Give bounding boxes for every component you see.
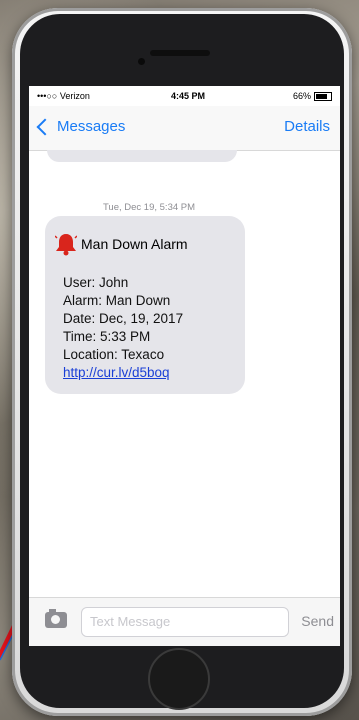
details-button[interactable]: Details xyxy=(284,118,330,135)
previous-message-bubble xyxy=(47,150,237,162)
battery-percent: 66% xyxy=(292,91,311,101)
back-button-label: Messages xyxy=(57,118,126,135)
alarm-bell-icon xyxy=(55,234,77,256)
carrier-label: •••○○ Verizon xyxy=(37,91,90,101)
battery-icon xyxy=(314,91,332,101)
message-date: Date: Dec, 19, 2017 xyxy=(63,311,184,326)
message-user: User: John xyxy=(63,275,129,290)
message-composer: Text Message Send xyxy=(29,597,340,646)
message-link[interactable]: http://cur.lv/d5boq xyxy=(63,364,183,382)
message-bubble[interactable]: Man Down Alarm User: John Alarm: Man Dow… xyxy=(45,216,245,394)
status-bar: •••○○ Verizon 4:45 PM 66% xyxy=(29,86,340,106)
message-body: User: John Alarm: Man Down Date: Dec, 19… xyxy=(63,274,183,382)
message-title: Man Down Alarm xyxy=(81,236,188,252)
navigation-bar: Messages Details xyxy=(29,106,340,151)
back-button[interactable]: Messages xyxy=(36,118,126,136)
status-time: 4:45 PM xyxy=(171,91,206,101)
message-timestamp: Tue, Dec 19, 5:34 PM xyxy=(102,202,196,213)
send-button[interactable]: Send xyxy=(301,613,334,629)
front-camera-icon xyxy=(138,58,145,65)
chevron-left-icon xyxy=(36,118,54,136)
home-button[interactable] xyxy=(148,648,210,710)
message-location: Location: Texaco xyxy=(63,347,165,362)
camera-icon[interactable] xyxy=(45,609,67,628)
battery-indicator: 66% xyxy=(293,91,332,101)
message-alarm: Alarm: Man Down xyxy=(63,293,171,308)
phone-screen: •••○○ Verizon 4:45 PM 66% Messages Detai… xyxy=(29,86,340,646)
message-time: Time: 5:33 PM xyxy=(63,329,151,344)
message-input[interactable]: Text Message xyxy=(81,607,289,637)
earpiece xyxy=(150,50,210,56)
